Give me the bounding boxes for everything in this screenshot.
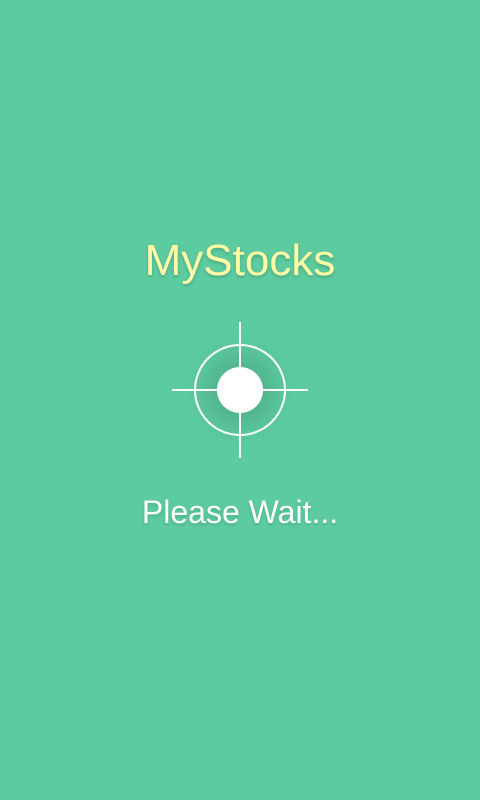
crosshair-target-icon — [172, 322, 308, 458]
loading-message: Please Wait... — [141, 494, 339, 530]
splash-screen: MyStocks Please Wait... — [0, 0, 480, 800]
app-title: MyStocks — [144, 236, 336, 285]
loading-indicator — [172, 322, 308, 458]
